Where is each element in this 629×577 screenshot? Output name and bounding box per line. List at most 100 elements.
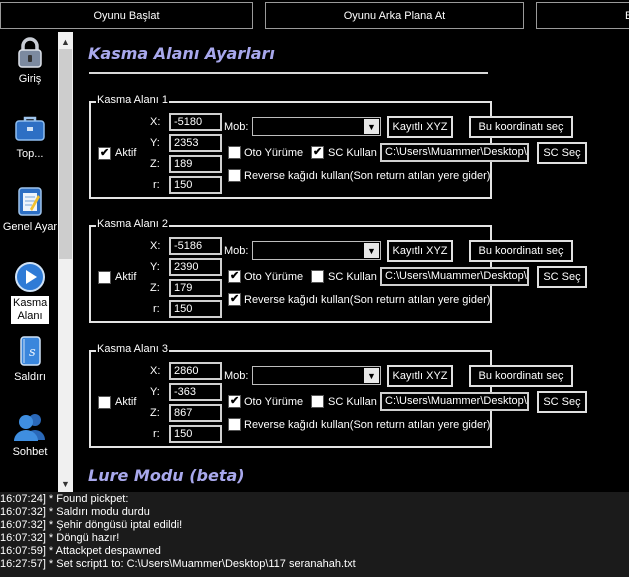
notepad-icon (13, 184, 47, 218)
log-line: 16:07:24] * Found pickpet: (0, 493, 129, 505)
x-input[interactable]: -5186 (169, 237, 222, 255)
group-title: Kasma Alanı 1 (96, 94, 169, 106)
r-input[interactable]: 150 (169, 300, 222, 318)
sidebar: Giriş Top... Genel Ayar Kasma Alanı s Sa… (0, 32, 58, 492)
mob-select[interactable]: ▼ (252, 366, 381, 385)
sc-kullan-checkbox[interactable] (311, 145, 324, 159)
x-input[interactable]: -5180 (169, 113, 222, 131)
vertical-scrollbar[interactable]: ▲ ▼ (58, 32, 73, 492)
x-label: X: (150, 240, 161, 252)
lock-icon (13, 36, 47, 70)
chevron-down-icon: ▼ (364, 368, 379, 383)
mob-label: Mob: (224, 245, 249, 257)
aktif-label: Aktif (115, 396, 137, 408)
z-label: Z: (150, 158, 160, 170)
mob-select[interactable]: ▼ (252, 117, 381, 136)
oto-yurume-checkbox[interactable] (228, 269, 241, 283)
y-input[interactable]: -363 (169, 383, 222, 401)
select-coordinate-button[interactable]: Bu koordinatı seç (469, 240, 573, 262)
oto-yurume-checkbox[interactable] (228, 394, 241, 408)
mob-label: Mob: (224, 121, 249, 133)
x-label: X: (150, 116, 161, 128)
page-title: Kasma Alanı Ayarları (88, 44, 275, 63)
aktif-checkbox[interactable] (98, 396, 111, 409)
group-title: Kasma Alanı 3 (96, 343, 169, 355)
sidebar-item-top[interactable]: Top... (2, 111, 58, 161)
background-game-button[interactable]: Oyunu Arka Plana At (265, 2, 524, 29)
sc-kullan-label: SC Kullan (328, 271, 377, 283)
sc-kullan-checkbox[interactable] (311, 270, 324, 283)
title-divider (89, 72, 488, 74)
svg-text:s: s (29, 345, 36, 360)
scroll-thumb[interactable] (59, 49, 72, 259)
lure-mode-title: Lure Modu (beta) (88, 466, 245, 485)
sidebar-item-label: Saldırı (14, 371, 46, 383)
sidebar-item-sohbet[interactable]: Sohbet (2, 409, 58, 459)
r-label: r: (153, 179, 160, 191)
z-label: Z: (150, 282, 160, 294)
sidebar-item-genel-ayar[interactable]: Genel Ayar (2, 184, 58, 234)
sc-sec-button[interactable]: SC Seç (537, 266, 587, 288)
aktif-checkbox[interactable] (98, 271, 111, 284)
x-input[interactable]: 2860 (169, 362, 222, 380)
mob-select[interactable]: ▼ (252, 241, 381, 260)
log-line: 16:07:32] * Şehir döngüsü iptal edildi! (0, 519, 183, 531)
y-label: Y: (150, 137, 160, 149)
sidebar-item-label: Sohbet (12, 446, 48, 458)
r-label: r: (153, 303, 160, 315)
kayitli-xyz-button[interactable]: Kayıtlı XYZ (387, 365, 453, 387)
chevron-down-icon: ▼ (364, 119, 379, 134)
sidebar-item-label: Giriş (18, 73, 42, 85)
sc-sec-button[interactable]: SC Seç (537, 391, 587, 413)
sc-kullan-checkbox[interactable] (311, 395, 324, 408)
select-coordinate-button[interactable]: Bu koordinatı seç (469, 365, 573, 387)
script-path-input[interactable]: C:\Users\Muammer\Desktop\ (380, 143, 529, 162)
aktif-checkbox[interactable] (98, 146, 111, 160)
y-label: Y: (150, 261, 160, 273)
script-path-input[interactable]: C:\Users\Muammer\Desktop\s (380, 392, 529, 411)
oto-yurume-label: Oto Yürüme (244, 271, 304, 283)
r-input[interactable]: 150 (169, 425, 222, 443)
reverse-checkbox[interactable] (228, 169, 241, 182)
scroll-up-icon[interactable]: ▲ (58, 34, 73, 49)
z-input[interactable]: 189 (169, 155, 222, 173)
chevron-down-icon: ▼ (364, 243, 379, 258)
sidebar-item-kasma-alani[interactable]: Kasma Alanı (2, 260, 58, 324)
kayitli-xyz-button[interactable]: Kayıtlı XYZ (387, 240, 453, 262)
oto-yurume-label: Oto Yürüme (244, 147, 304, 159)
select-coordinate-button[interactable]: Bu koordinatı seç (469, 116, 573, 138)
z-label: Z: (150, 407, 160, 419)
kayitli-xyz-button[interactable]: Kayıtlı XYZ (387, 116, 453, 138)
group-title: Kasma Alanı 2 (96, 218, 169, 230)
oto-yurume-label: Oto Yürüme (244, 396, 304, 408)
oto-yurume-checkbox[interactable] (228, 146, 241, 159)
log-line: 16:27:57] * Set script1 to: C:\Users\Mua… (0, 558, 356, 570)
reverse-label: Reverse kağıdı kullan(Son return atılan … (244, 170, 491, 182)
script-path-input[interactable]: C:\Users\Muammer\Desktop\s (380, 267, 529, 286)
main-content: Kasma Alanı Ayarları Kasma Alanı 1 Aktif… (73, 32, 629, 492)
sidebar-item-label: Genel Ayar (2, 221, 58, 233)
top-button-bar: Oyunu Başlat Oyunu Arka Plana At B (0, 0, 629, 32)
r-input[interactable]: 150 (169, 176, 222, 194)
start-game-button[interactable]: Oyunu Başlat (0, 2, 253, 29)
play-icon (13, 260, 47, 294)
aktif-label: Aktif (115, 147, 137, 159)
sidebar-item-saldiri[interactable]: s Saldırı (2, 334, 58, 384)
log-line: 16:07:59] * Attackpet despawned (0, 545, 161, 557)
third-top-button[interactable]: B (536, 2, 629, 29)
y-input[interactable]: 2390 (169, 258, 222, 276)
scroll-down-icon[interactable]: ▼ (58, 476, 73, 491)
reverse-checkbox[interactable] (228, 292, 241, 306)
farm-area-group-2: Kasma Alanı 2 Aktif X: Y: Z: r: -5186 23… (89, 218, 587, 323)
aktif-label: Aktif (115, 271, 137, 283)
z-input[interactable]: 179 (169, 279, 222, 297)
log-line: 16:07:32] * Saldırı modu durdu (0, 506, 150, 518)
mob-label: Mob: (224, 370, 249, 382)
sc-sec-button[interactable]: SC Seç (537, 142, 587, 164)
z-input[interactable]: 867 (169, 404, 222, 422)
y-input[interactable]: 2353 (169, 134, 222, 152)
y-label: Y: (150, 386, 160, 398)
sidebar-item-label: Top... (16, 148, 44, 160)
reverse-checkbox[interactable] (228, 418, 241, 431)
sidebar-item-giris[interactable]: Giriş (2, 36, 58, 86)
